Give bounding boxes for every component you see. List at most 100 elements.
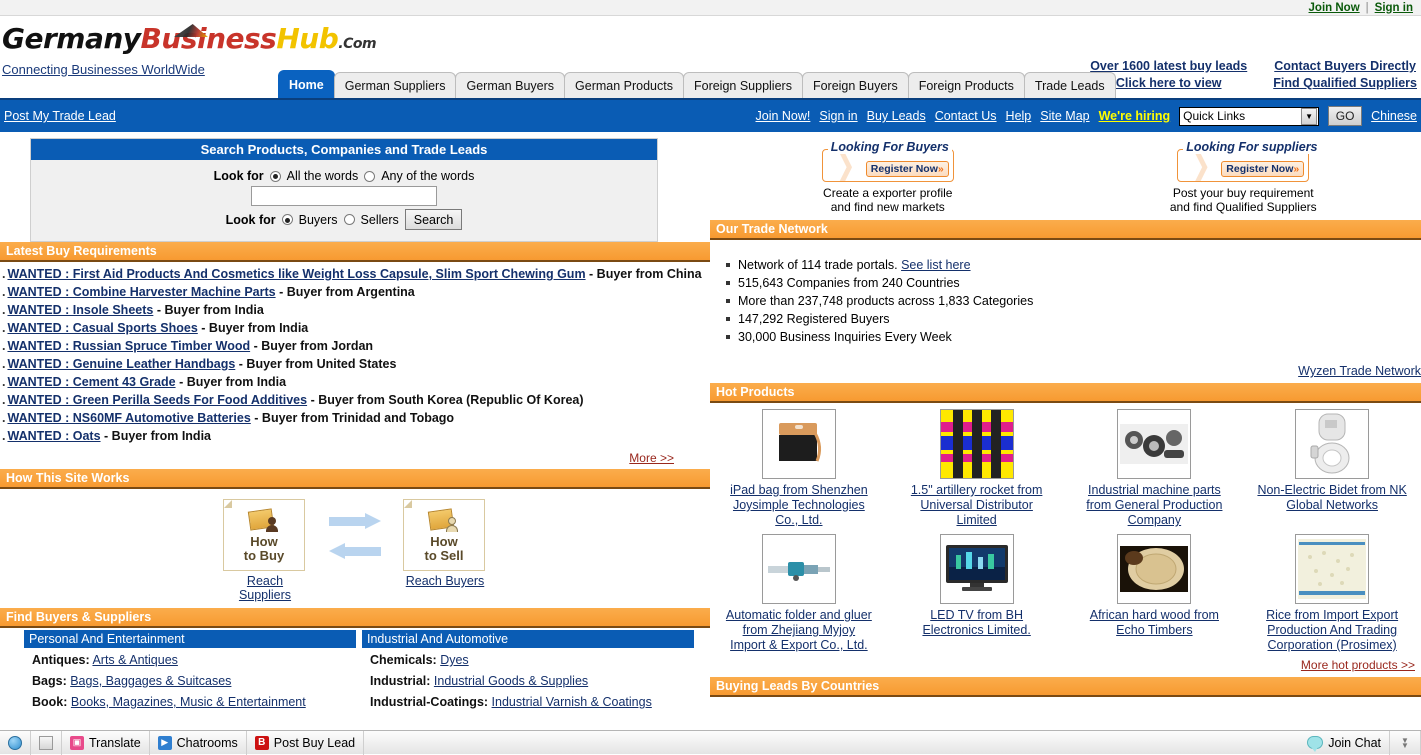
join-now-link[interactable]: Join Now: [1309, 2, 1360, 14]
tab-german-products[interactable]: German Products: [564, 72, 684, 98]
nav-contact-us[interactable]: Contact Us: [935, 109, 997, 123]
hot-product-cell[interactable]: Industrial machine parts from General Pr…: [1066, 409, 1244, 528]
post-my-trade-lead-link[interactable]: Post My Trade Lead: [4, 109, 116, 123]
buy-requirement-link[interactable]: WANTED : Genuine Leather Handbags: [7, 357, 235, 371]
hot-product-cell[interactable]: African hard wood from Echo Timbers: [1066, 534, 1244, 653]
bullet-icon: .: [2, 267, 5, 281]
how-this-site-works-header: How This Site Works: [0, 469, 710, 489]
register-now-buyers-button[interactable]: Register Now»: [866, 161, 949, 177]
search-input[interactable]: [251, 186, 437, 206]
register-now-suppliers-button[interactable]: Register Now»: [1221, 161, 1304, 177]
nav-chinese[interactable]: Chinese: [1371, 109, 1417, 123]
radio-buyers[interactable]: [282, 214, 293, 225]
tab-foreign-products[interactable]: Foreign Products: [908, 72, 1025, 98]
sign-in-link[interactable]: Sign in: [1375, 2, 1413, 14]
chevron-down-icon[interactable]: ▼: [1301, 108, 1317, 125]
artillery-rocket-image[interactable]: [940, 409, 1014, 479]
latest-buy-more-link[interactable]: More >>: [629, 451, 674, 465]
hot-product-link[interactable]: iPad bag from Shenzhen Joysimple Technol…: [730, 483, 868, 527]
hot-product-cell[interactable]: Rice from Import Export Production And T…: [1243, 534, 1421, 653]
buy-requirement-link[interactable]: WANTED : Russian Spruce Timber Wood: [7, 339, 250, 353]
machine-parts-image[interactable]: [1117, 409, 1191, 479]
nav-sign-in[interactable]: Sign in: [819, 109, 857, 123]
buying-leads-by-countries-header: Buying Leads By Countries: [710, 677, 1421, 697]
taskbar-page-button[interactable]: [31, 731, 62, 755]
category-link[interactable]: Books, Magazines, Music & Entertainment: [71, 695, 306, 709]
nav-buy-leads[interactable]: Buy Leads: [867, 109, 926, 123]
taskbar-translate-button[interactable]: ▣ Translate: [62, 731, 150, 755]
quick-links-select[interactable]: Quick Links ▼: [1179, 107, 1319, 126]
bidet-image[interactable]: [1295, 409, 1369, 479]
see-list-here-link[interactable]: See list here: [901, 258, 970, 272]
tab-german-suppliers[interactable]: German Suppliers: [334, 72, 457, 98]
hot-product-link[interactable]: African hard wood from Echo Timbers: [1090, 608, 1219, 637]
category-link[interactable]: Industrial Goods & Supplies: [434, 674, 588, 688]
reach-buyers-link[interactable]: Reach Buyers: [406, 574, 485, 588]
buy-requirement-link[interactable]: WANTED : Oats: [7, 429, 100, 443]
buy-requirement-link[interactable]: WANTED : Green Perilla Seeds For Food Ad…: [7, 393, 307, 407]
ipad-bag-image[interactable]: [762, 409, 836, 479]
search-button[interactable]: Search: [405, 209, 463, 230]
category-link[interactable]: Arts & Antiques: [92, 653, 177, 667]
buy-requirement-link[interactable]: WANTED : NS60MF Automotive Batteries: [7, 411, 250, 425]
nav-site-map[interactable]: Site Map: [1040, 109, 1089, 123]
latest-buy-requirements-list: .WANTED : First Aid Products And Cosmeti…: [0, 262, 710, 445]
tab-german-buyers[interactable]: German Buyers: [455, 72, 565, 98]
reach-suppliers-link[interactable]: Reach Suppliers: [239, 574, 291, 602]
nav-help[interactable]: Help: [1006, 109, 1032, 123]
hot-product-cell[interactable]: Non-Electric Bidet from NK Global Networ…: [1243, 409, 1421, 528]
taskbar-chatrooms-button[interactable]: ▶ Chatrooms: [150, 731, 247, 755]
tab-foreign-suppliers[interactable]: Foreign Suppliers: [683, 72, 803, 98]
looking-for-suppliers-box[interactable]: ❭ Looking For suppliers Register Now»: [1177, 140, 1309, 182]
taskbar-post-buy-lead-button[interactable]: B Post Buy Lead: [247, 731, 364, 755]
promo-contact-buyers[interactable]: Contact Buyers Directly Find Qualified S…: [1273, 58, 1417, 92]
hot-product-cell[interactable]: LED TV from BH Electronics Limited.: [888, 534, 1066, 653]
how-to-buy-card[interactable]: How to Buy Reach Suppliers: [223, 499, 307, 602]
go-button[interactable]: GO: [1328, 106, 1362, 126]
buy-requirement-link[interactable]: WANTED : Insole Sheets: [7, 303, 153, 317]
tab-home[interactable]: Home: [278, 70, 335, 98]
join-chat-button[interactable]: Join Chat: [1299, 731, 1390, 755]
category-link[interactable]: Dyes: [440, 653, 468, 667]
category-link[interactable]: Industrial Varnish & Coatings: [492, 695, 652, 709]
how-to-buy-tile[interactable]: How to Buy: [223, 499, 305, 571]
buy-requirement-link[interactable]: WANTED : Casual Sports Shoes: [7, 321, 197, 335]
bullet-icon: .: [2, 357, 5, 371]
site-logo[interactable]: GermanyBusinessHub.Com Connecting Busine…: [2, 22, 376, 77]
rice-image[interactable]: [1295, 534, 1369, 604]
promo-contact-buyers-line1[interactable]: Contact Buyers Directly: [1273, 58, 1417, 75]
radio-all-words[interactable]: [270, 171, 281, 182]
how-to-sell-tile[interactable]: How to Sell: [403, 499, 485, 571]
hot-product-link[interactable]: 1.5" artillery rocket from Universal Dis…: [911, 483, 1043, 527]
hot-product-cell[interactable]: 1.5" artillery rocket from Universal Dis…: [888, 409, 1066, 528]
buy-requirement-link[interactable]: WANTED : Combine Harvester Machine Parts: [7, 285, 275, 299]
hot-product-cell[interactable]: Automatic folder and gluer from Zhejiang…: [710, 534, 888, 653]
more-hot-products-link[interactable]: More hot products >>: [1301, 658, 1415, 672]
nav-were-hiring[interactable]: We're hiring: [1099, 109, 1171, 123]
hot-product-link[interactable]: Rice from Import Export Production And T…: [1266, 608, 1398, 652]
radio-any-words[interactable]: [364, 171, 375, 182]
folder-gluer-image[interactable]: [762, 534, 836, 604]
hot-product-link[interactable]: LED TV from BH Electronics Limited.: [922, 608, 1030, 637]
tab-foreign-buyers[interactable]: Foreign Buyers: [802, 72, 909, 98]
nav-join-now[interactable]: Join Now!: [756, 109, 811, 123]
hot-product-link[interactable]: Automatic folder and gluer from Zhejiang…: [726, 608, 872, 652]
promo-contact-buyers-line2[interactable]: Find Qualified Suppliers: [1273, 75, 1417, 92]
hot-product-link[interactable]: Non-Electric Bidet from NK Global Networ…: [1257, 483, 1406, 512]
hardwood-image[interactable]: [1117, 534, 1191, 604]
hot-product-cell[interactable]: iPad bag from Shenzhen Joysimple Technol…: [710, 409, 888, 528]
hot-product-link[interactable]: Industrial machine parts from General Pr…: [1086, 483, 1222, 527]
taskbar-expand-button[interactable]: ▼▼: [1390, 731, 1421, 755]
buy-requirement-link[interactable]: WANTED : Cement 43 Grade: [7, 375, 175, 389]
looking-for-buyers-box[interactable]: ❭ Looking For Buyers Register Now»: [822, 140, 954, 182]
buy-requirement-link[interactable]: WANTED : First Aid Products And Cosmetic…: [7, 267, 585, 281]
how-to-sell-card[interactable]: How to Sell Reach Buyers: [403, 499, 487, 588]
category-link[interactable]: Bags, Baggages & Suitcases: [70, 674, 231, 688]
buy-requirement-row: .WANTED : Russian Spruce Timber Wood - B…: [2, 337, 710, 355]
tab-trade-leads[interactable]: Trade Leads: [1024, 72, 1116, 98]
category-row: Industrial: Industrial Goods & Supplies: [362, 669, 694, 690]
wyzen-trade-network-link[interactable]: Wyzen Trade Network: [1298, 364, 1421, 378]
taskbar-globe-button[interactable]: [0, 731, 31, 755]
led-tv-image[interactable]: [940, 534, 1014, 604]
radio-sellers[interactable]: [344, 214, 355, 225]
